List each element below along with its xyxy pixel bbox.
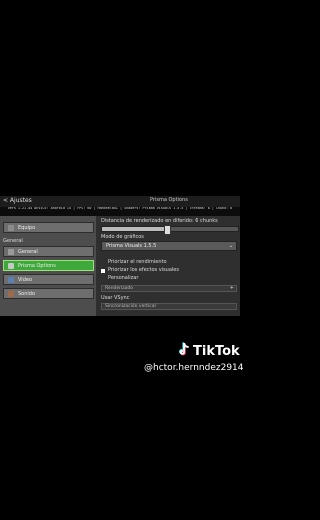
option-performance[interactable]: Priorizar el rendimiento <box>108 259 167 265</box>
radio-selected-icon <box>101 269 105 273</box>
sidebar-item-label: Video <box>18 277 33 283</box>
chevron-down-icon: ⌄ <box>228 243 233 249</box>
sidebar-item-video[interactable]: Video <box>3 274 94 285</box>
slider-fill <box>102 227 168 231</box>
sidebar-item-label: General <box>18 249 38 255</box>
option-custom[interactable]: Personalizar <box>108 275 138 281</box>
vsync-label: Usar VSync <box>101 295 130 301</box>
settings-topbar: < Ajustes Prisma Options <box>0 196 240 207</box>
page-title: Prisma Options <box>150 197 188 203</box>
prisma-icon <box>8 262 14 269</box>
game-settings-frame: < Ajustes Prisma Options Vers 1.21.44 DE… <box>0 196 240 316</box>
sidebar-item-label: Equipo <box>18 225 36 231</box>
settings-sidebar: Equipo General General Prisma Options Vi… <box>0 216 96 316</box>
vsync-bar-label: Sincronización vertical <box>105 304 156 309</box>
speaker-icon <box>8 290 14 297</box>
render-distance-label: Distancia de renderizado en diferido: 6 … <box>101 218 218 224</box>
sidebar-item-equipo[interactable]: Equipo <box>3 222 94 233</box>
render-distance-slider[interactable] <box>101 225 239 235</box>
tiktok-brand: TikTok <box>193 344 240 359</box>
sidebar-item-general[interactable]: General <box>3 246 94 257</box>
sidebar-item-label: Prisma Options <box>18 263 56 269</box>
sidebar-section-label: General <box>3 238 23 244</box>
tiktok-logo-icon <box>179 342 189 356</box>
slider-knob[interactable] <box>164 225 172 235</box>
collapsed-section-label: Renderizado <box>105 286 133 291</box>
plus-icon: + <box>229 285 234 291</box>
graphics-mode-label: Modo de gráficos <box>101 234 144 240</box>
gear-icon <box>8 248 14 255</box>
debug-overlay: Vers 1.21.44 DEVICE: Android 14 | FPS: 6… <box>0 207 240 216</box>
collapsed-section-bar[interactable]: Renderizado + <box>101 285 237 292</box>
sidebar-item-prisma-options[interactable]: Prisma Options <box>3 260 94 271</box>
tiktok-username: @hctor.hernndez2914 <box>144 363 244 373</box>
monitor-icon <box>8 276 14 283</box>
graphics-mode-dropdown[interactable]: Prisma Visuals 1.5.5 ⌄ <box>101 241 237 251</box>
user-icon <box>8 224 14 231</box>
sidebar-item-label: Sonido <box>18 291 36 297</box>
sidebar-item-sonido[interactable]: Sonido <box>3 288 94 299</box>
option-visual-effects[interactable]: Priorizar los efectos visuales <box>108 267 179 273</box>
graphics-mode-value: Prisma Visuals 1.5.5 <box>106 243 157 249</box>
back-button[interactable]: < Ajustes <box>3 197 32 204</box>
vsync-toggle-bar[interactable]: Sincronización vertical <box>101 303 237 310</box>
